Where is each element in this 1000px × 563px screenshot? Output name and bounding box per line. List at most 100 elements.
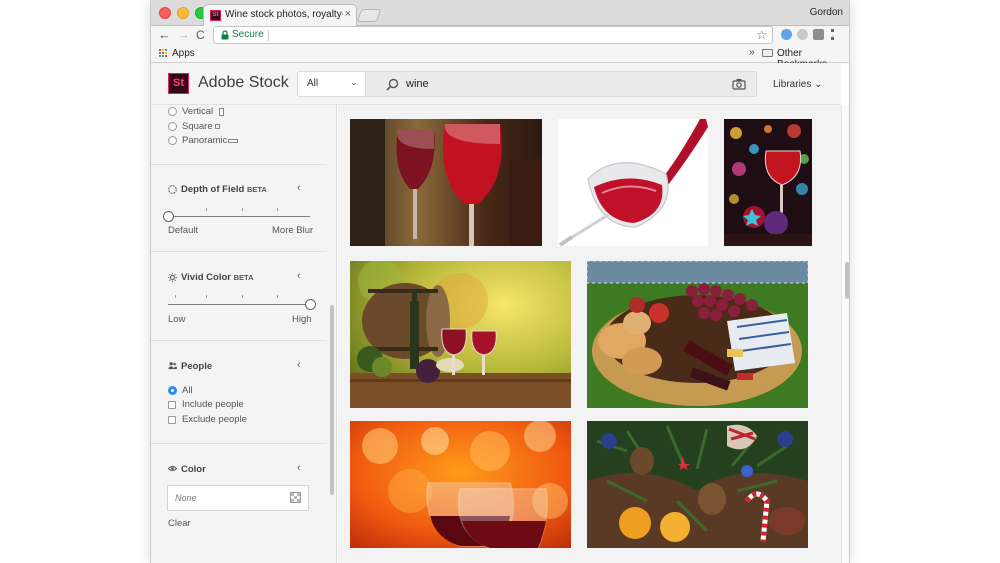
vivid-color-title: Vivid Color [181, 272, 231, 283]
orientation-vertical-label[interactable]: Vertical [182, 106, 213, 117]
menu-kebab-icon[interactable] [831, 29, 834, 40]
vertical-orientation-icon [219, 108, 224, 116]
search-results-grid [338, 105, 841, 563]
collapse-chevron-icon[interactable]: ‹ [297, 359, 301, 371]
minimize-window-button[interactable] [177, 7, 189, 19]
result-image-wine-orange-bokeh[interactable] [350, 421, 571, 548]
color-heading[interactable]: Color [181, 464, 206, 475]
beta-badge: BETA [233, 273, 254, 282]
result-image-wine-christmas-bokeh[interactable] [724, 119, 812, 246]
collapse-chevron-icon[interactable]: ‹ [297, 462, 301, 474]
browser-window: St Wine stock photos, royalty-free × Gor… [150, 0, 850, 563]
collapse-chevron-icon[interactable]: ‹ [297, 270, 301, 282]
beta-badge: BETA [246, 185, 267, 194]
bookmark-star-icon[interactable]: ☆ [756, 28, 767, 42]
color-picker-field[interactable]: None [167, 485, 309, 511]
square-orientation-icon [215, 124, 220, 129]
search-icon [386, 78, 399, 91]
filter-divider [151, 164, 327, 165]
address-bar[interactable]: Secure ☆ [213, 26, 773, 44]
people-heading[interactable]: People [181, 361, 212, 372]
slider-tick [206, 208, 207, 211]
libraries-menu[interactable]: Libraries ⌄ [773, 79, 823, 90]
vivid-color-slider-handle[interactable] [304, 299, 316, 310]
aperture-icon [168, 185, 177, 194]
filter-divider [151, 251, 327, 252]
result-image-christmas-table[interactable] [587, 421, 808, 548]
slider-tick [242, 295, 243, 298]
chevron-down-icon: ⌄ [350, 77, 358, 87]
filter-sidebar: Vertical Square Panoramic Depth of Field… [151, 105, 337, 563]
extension-icon[interactable] [781, 29, 792, 40]
vivid-color-min-label: Low [168, 314, 186, 325]
vivid-color-slider[interactable] [168, 304, 310, 305]
color-swatch-icon[interactable] [290, 492, 301, 503]
reload-icon[interactable]: C [196, 28, 205, 42]
extension-icon[interactable] [813, 29, 824, 40]
orientation-vertical-radio[interactable] [168, 107, 177, 116]
page-scrollbar-thumb[interactable] [845, 262, 849, 299]
include-people-checkbox[interactable] [168, 401, 176, 409]
apps-link[interactable]: Apps [172, 48, 195, 59]
vivid-color-heading[interactable]: Vivid Color BETA [181, 272, 254, 283]
search-scope-dropdown[interactable]: All ⌄ [298, 72, 366, 96]
lock-icon [221, 30, 229, 40]
folder-icon [762, 49, 773, 57]
brand-name[interactable]: Adobe Stock [198, 74, 289, 92]
vivid-color-max-label: High [292, 314, 312, 325]
search-bar: All ⌄ wine [297, 71, 757, 97]
filter-divider [151, 340, 327, 341]
apps-grid-icon[interactable] [159, 49, 168, 58]
forward-icon[interactable]: → [177, 28, 190, 42]
back-icon[interactable]: ← [158, 28, 171, 42]
result-image-wine-barrel[interactable] [350, 261, 571, 408]
profile-name[interactable]: Gordon [810, 7, 843, 18]
browser-toolbar: ← → C Secure ☆ [151, 26, 849, 44]
depth-of-field-min-label: Default [168, 225, 199, 236]
search-input[interactable]: wine [406, 78, 429, 90]
people-all-label[interactable]: All [182, 385, 193, 396]
slider-tick [242, 208, 243, 211]
title-bar: St Wine stock photos, royalty-free × Gor… [151, 0, 849, 26]
filter-divider [151, 443, 327, 444]
include-people-label[interactable]: Include people [182, 399, 244, 410]
depth-of-field-max-label: More Blur [272, 225, 314, 236]
secure-label: Secure [232, 29, 264, 40]
color-field-value: None [175, 493, 197, 503]
new-tab-button[interactable] [356, 9, 382, 22]
slider-tick [206, 295, 207, 298]
panoramic-orientation-icon [228, 139, 238, 143]
bookmarks-overflow-icon[interactable]: » [749, 47, 755, 58]
slider-tick [277, 295, 278, 298]
result-image-wine-pouring[interactable] [558, 119, 708, 246]
people-all-radio[interactable] [168, 386, 177, 395]
stock-header: St Adobe Stock All ⌄ wine Libraries ⌄ [151, 63, 841, 105]
orientation-square-label[interactable]: Square [182, 121, 213, 132]
result-image-wine-glasses[interactable] [350, 119, 542, 246]
sidebar-scrollbar[interactable] [330, 305, 334, 495]
collapse-chevron-icon[interactable]: ‹ [297, 182, 301, 194]
exclude-people-checkbox[interactable] [168, 416, 176, 424]
people-icon [168, 362, 177, 370]
exclude-people-label[interactable]: Exclude people [182, 414, 247, 425]
adobe-stock-favicon-icon: St [210, 10, 221, 21]
browser-tab[interactable]: St Wine stock photos, royalty-free × [203, 4, 357, 26]
depth-of-field-slider-handle[interactable] [162, 211, 174, 222]
slider-tick [175, 295, 176, 298]
bookmarks-bar: Apps » Other Bookmarks [151, 44, 849, 70]
extension-icon[interactable] [797, 29, 808, 40]
page-scrollbar[interactable] [841, 105, 849, 563]
result-image-picnic-basket[interactable] [587, 261, 808, 408]
camera-icon[interactable] [732, 78, 746, 90]
depth-of-field-title: Depth of Field [181, 184, 245, 195]
depth-of-field-slider[interactable] [168, 216, 310, 217]
clear-color-link[interactable]: Clear [168, 518, 191, 529]
tab-close-icon[interactable]: × [345, 8, 351, 20]
orientation-panoramic-label[interactable]: Panoramic [182, 135, 227, 146]
adobe-stock-logo[interactable]: St [168, 73, 189, 94]
slider-tick [277, 208, 278, 211]
depth-of-field-heading[interactable]: Depth of Field BETA [181, 184, 267, 195]
close-window-button[interactable] [159, 7, 171, 19]
orientation-square-radio[interactable] [168, 122, 177, 131]
orientation-panoramic-radio[interactable] [168, 136, 177, 145]
